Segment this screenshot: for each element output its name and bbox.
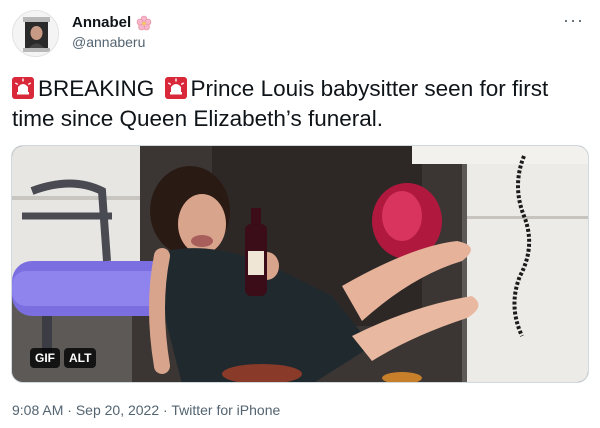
tweet-source[interactable]: Twitter for iPhone xyxy=(171,402,280,418)
tweet-media-gif[interactable]: GIF ALT xyxy=(11,145,589,383)
cherry-blossom-icon xyxy=(136,15,152,31)
more-options-icon[interactable]: ··· xyxy=(563,10,584,31)
meta-separator: · xyxy=(67,402,72,418)
tweet-time[interactable]: 9:08 AM xyxy=(12,402,63,418)
alt-text-badge[interactable]: ALT xyxy=(64,348,97,368)
tweet-date[interactable]: Sep 20, 2022 xyxy=(76,402,159,418)
author-handle[interactable]: @annaberu xyxy=(72,34,145,50)
rotating-light-icon xyxy=(12,77,34,99)
gif-frame xyxy=(12,146,588,382)
meta-separator: · xyxy=(163,402,168,418)
tweet-meta: 9:08 AM · Sep 20, 2022 · Twitter for iPh… xyxy=(12,402,280,418)
tweet-text-breaking: BREAKING xyxy=(38,76,155,101)
author-display-name[interactable]: Annabel xyxy=(72,14,131,31)
rotating-light-icon xyxy=(164,77,187,99)
gif-badge[interactable]: GIF xyxy=(30,348,60,368)
avatar-image xyxy=(13,11,58,56)
tweet-text: BREAKING Prince Louis babysitter seen fo… xyxy=(12,74,592,134)
author-name-row: Annabel xyxy=(72,14,152,31)
media-badges: GIF ALT xyxy=(30,348,97,368)
avatar[interactable] xyxy=(12,10,59,57)
